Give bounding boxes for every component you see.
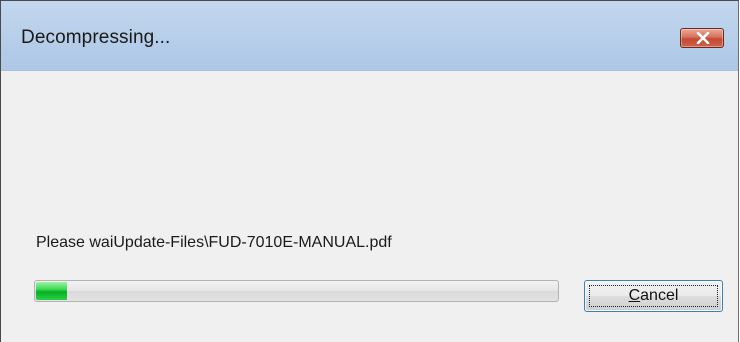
cancel-button-label: Cancel (628, 287, 679, 304)
cancel-button[interactable]: Cancel (584, 280, 723, 312)
status-message: Please waiUpdate-Files\FUD-7010E-MANUAL.… (36, 234, 392, 251)
dialog-body: Please waiUpdate-Files\FUD-7010E-MANUAL.… (1, 71, 738, 342)
progress-bar (34, 280, 559, 302)
progress-fill (36, 282, 68, 300)
close-button[interactable] (680, 28, 724, 48)
window-title: Decompressing... (21, 27, 171, 48)
decompress-dialog: Decompressing... Please waiUpdate-Files\… (0, 0, 739, 342)
focus-rectangle: Cancel (589, 285, 718, 307)
close-icon (696, 32, 710, 44)
title-bar[interactable]: Decompressing... (1, 1, 738, 71)
